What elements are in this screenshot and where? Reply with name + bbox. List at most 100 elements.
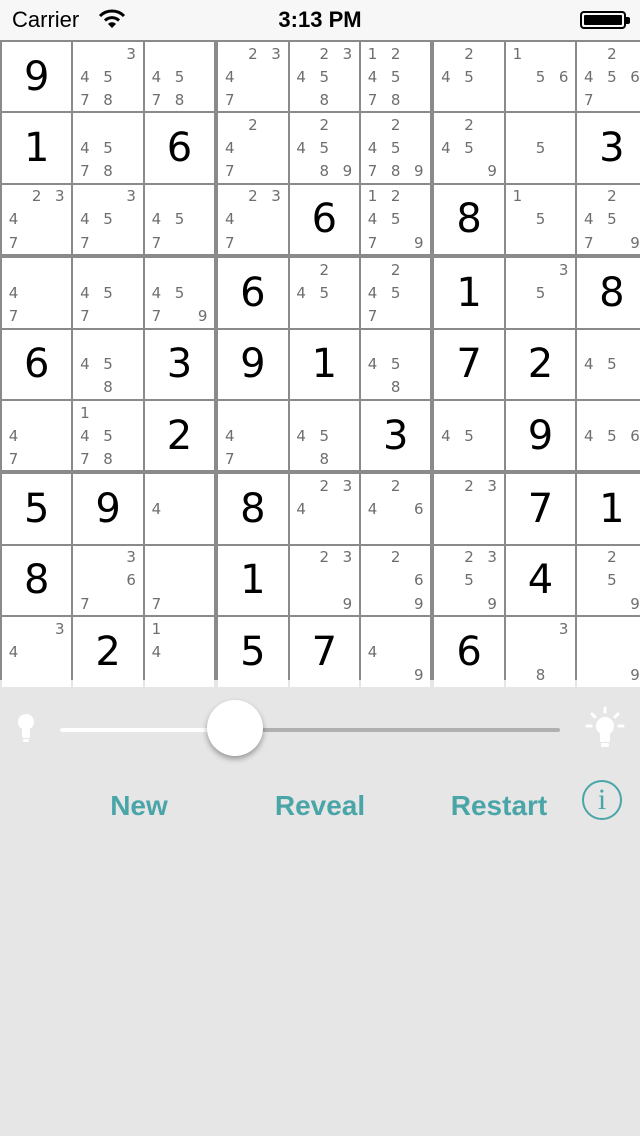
new-button[interactable]: New — [98, 786, 180, 826]
sudoku-cell-r8c1[interactable]: 8 — [2, 545, 72, 616]
sudoku-cell-r1c8[interactable]: 156 — [505, 42, 576, 112]
sudoku-cell-r2c7[interactable]: 2459 — [434, 113, 504, 183]
sudoku-cell-r6c2[interactable]: 1 4578 — [73, 401, 143, 471]
sudoku-cell-r1c9[interactable]: 2456 7 — [577, 42, 640, 112]
sudoku-cell-r9c3[interactable]: 14 — [144, 617, 215, 687]
reveal-button[interactable]: Reveal — [262, 786, 378, 826]
sudoku-cell-r4c3[interactable]: 457 9 — [144, 258, 215, 328]
cell-note: 9 — [414, 594, 424, 613]
sudoku-cell-r1c3[interactable]: 4578 — [144, 42, 215, 112]
sudoku-cell-r3c6[interactable]: 12457 9 — [361, 184, 431, 255]
sudoku-cell-r4c6[interactable]: 2457 — [361, 258, 431, 328]
sudoku-cell-r9c2[interactable]: 2 — [73, 617, 143, 687]
sudoku-cell-r6c6[interactable]: 3 — [361, 401, 431, 471]
sudoku-cell-r2c2[interactable]: 4578 — [73, 113, 143, 183]
sudoku-cell-r3c4[interactable]: 23 4 7 — [218, 184, 288, 255]
sudoku-cell-r2c4[interactable]: 24 7 — [218, 113, 288, 183]
restart-button[interactable]: Restart — [440, 786, 558, 826]
sudoku-cell-r4c9[interactable]: 8 — [577, 258, 640, 328]
sudoku-cell-r1c7[interactable]: 245 — [434, 42, 504, 112]
sudoku-cell-r7c1[interactable]: 5 — [2, 474, 72, 544]
cell-note: 9 — [630, 233, 640, 252]
sudoku-cell-r4c1[interactable]: 47 — [2, 258, 72, 328]
sudoku-cell-r7c3[interactable]: 4 — [144, 474, 215, 544]
sudoku-cell-r8c6[interactable]: 26 9 — [361, 545, 431, 616]
sudoku-cell-r2c6[interactable]: 245789 — [361, 113, 431, 183]
sudoku-cell-r9c6[interactable]: 49 — [361, 617, 431, 687]
sudoku-cell-r4c2[interactable]: 457 — [73, 258, 143, 328]
sudoku-cell-r3c7[interactable]: 8 — [434, 184, 504, 255]
sudoku-cell-r1c2[interactable]: 3 4578 — [73, 42, 143, 112]
sudoku-cell-r7c5[interactable]: 23 4 — [289, 474, 359, 544]
sudoku-cell-r7c9[interactable]: 1 — [577, 474, 640, 544]
sudoku-cell-r3c2[interactable]: 3 457 — [73, 184, 143, 255]
sudoku-cell-r9c5[interactable]: 7 — [289, 617, 359, 687]
sudoku-cell-r9c9[interactable]: 9 — [577, 617, 640, 687]
cell-note: 4 — [367, 500, 378, 519]
sudoku-cell-r5c9[interactable]: 45 — [577, 329, 640, 399]
sudoku-cell-r9c8[interactable]: 38 — [505, 617, 576, 687]
sudoku-cell-r1c6[interactable]: 124578 — [361, 42, 431, 112]
sudoku-cell-r6c7[interactable]: 45 — [434, 401, 504, 471]
brightness-slider[interactable] — [60, 728, 560, 732]
sudoku-cell-r8c9[interactable]: 2 59 — [577, 545, 640, 616]
cell-note: 4 — [80, 67, 90, 86]
sudoku-cell-r5c3[interactable]: 3 — [144, 329, 215, 399]
info-button[interactable]: i — [582, 780, 622, 820]
sudoku-cell-r6c8[interactable]: 9 — [505, 401, 576, 471]
sudoku-cell-r2c8[interactable]: 5 — [505, 113, 576, 183]
sudoku-cell-r4c7[interactable]: 1 — [434, 258, 504, 328]
sudoku-cell-r5c7[interactable]: 7 — [434, 329, 504, 399]
sudoku-cell-r1c5[interactable]: 23 45 8 — [289, 42, 359, 112]
cell-note: 7 — [224, 90, 235, 109]
sudoku-cell-r5c2[interactable]: 45 8 — [73, 329, 143, 399]
sudoku-cell-r5c8[interactable]: 2 — [505, 329, 576, 399]
sudoku-cell-r7c4[interactable]: 8 — [218, 474, 288, 544]
sudoku-cell-r7c7[interactable]: 23 — [434, 474, 504, 544]
sudoku-cell-r3c3[interactable]: 457 — [144, 184, 215, 255]
sudoku-cell-r9c7[interactable]: 6 — [434, 617, 504, 687]
sudoku-cell-r3c1[interactable]: 23 4 7 — [2, 184, 72, 255]
sudoku-cell-r3c5[interactable]: 6 — [289, 184, 359, 255]
sudoku-cell-r1c4[interactable]: 23 4 7 — [218, 42, 288, 112]
cell-value: 7 — [456, 341, 482, 388]
cell-value: 5 — [23, 486, 50, 533]
sudoku-cell-r2c5[interactable]: 245 89 — [289, 113, 359, 183]
sudoku-cell-r2c1[interactable]: 1 — [2, 113, 72, 183]
cell-note: 4 — [367, 355, 378, 374]
sudoku-cell-r8c5[interactable]: 23 9 — [289, 545, 359, 616]
sudoku-cell-r9c4[interactable]: 5 — [218, 617, 288, 687]
sudoku-cell-r2c3[interactable]: 6 — [144, 113, 215, 183]
sudoku-cell-r6c1[interactable]: 47 — [2, 401, 72, 471]
sudoku-cell-r6c5[interactable]: 45 8 — [289, 401, 359, 471]
cell-value: 7 — [527, 486, 554, 533]
sudoku-cell-r5c6[interactable]: 45 8 — [361, 329, 431, 399]
sudoku-cell-r8c3[interactable]: 7 — [144, 545, 215, 616]
cell-note: 5 — [390, 139, 401, 158]
sudoku-cell-r8c8[interactable]: 4 — [505, 545, 576, 616]
sudoku-cell-r8c4[interactable]: 1 — [218, 545, 288, 616]
sudoku-cell-r8c7[interactable]: 2359 — [434, 545, 504, 616]
sudoku-cell-r5c1[interactable]: 6 — [2, 329, 72, 399]
cell-note: 4 — [296, 283, 306, 302]
sudoku-cell-r7c6[interactable]: 24 6 — [361, 474, 431, 544]
sudoku-cell-r1c1[interactable]: 9 — [2, 42, 72, 112]
sudoku-cell-r7c8[interactable]: 7 — [505, 474, 576, 544]
cell-note: 2 — [390, 548, 401, 567]
sudoku-cell-r6c9[interactable]: 456 — [577, 401, 640, 471]
sudoku-cell-r5c5[interactable]: 1 — [289, 329, 359, 399]
sudoku-cell-r7c2[interactable]: 9 — [73, 474, 143, 544]
sudoku-cell-r3c8[interactable]: 15 — [505, 184, 576, 255]
sudoku-cell-r6c3[interactable]: 2 — [144, 401, 215, 471]
sudoku-cell-r9c1[interactable]: 34 — [2, 617, 72, 687]
sudoku-cell-r6c4[interactable]: 47 — [218, 401, 288, 471]
sudoku-cell-r4c4[interactable]: 6 — [218, 258, 288, 328]
sudoku-cell-r3c9[interactable]: 2457 9 — [577, 184, 640, 255]
sudoku-cell-r4c8[interactable]: 35 — [505, 258, 576, 328]
sudoku-cell-r8c2[interactable]: 3 6 7 — [73, 545, 143, 616]
sudoku-cell-r5c4[interactable]: 9 — [218, 329, 288, 399]
sudoku-cell-r2c9[interactable]: 3 — [577, 113, 640, 183]
brightness-slider-thumb[interactable] — [207, 700, 263, 756]
cell-note: 5 — [319, 426, 330, 445]
sudoku-cell-r4c5[interactable]: 245 — [289, 258, 359, 328]
